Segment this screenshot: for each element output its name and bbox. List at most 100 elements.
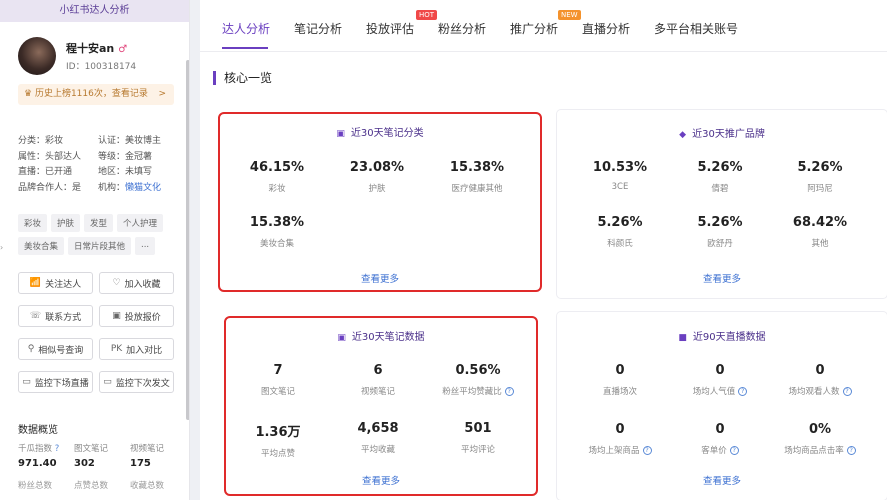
avatar[interactable]	[18, 37, 56, 75]
stat: 15.38% 医疗健康其他	[427, 160, 527, 194]
main-content: 达人分析 笔记分析 投放评估 粉丝分析 推广分析 直播分析 多平台相关账号 HO…	[200, 0, 887, 500]
overview-video-notes: 视频笔记 175	[130, 442, 178, 469]
tab-promotion-analysis[interactable]: 推广分析	[510, 20, 558, 37]
tag: 美妆合集	[18, 237, 65, 255]
favorite-button[interactable]: ♡ 加入收藏	[99, 272, 174, 294]
quote-button[interactable]: ▣ 投放报价	[99, 305, 174, 327]
button-label: 监控下场直播	[34, 378, 89, 389]
note-category-panel: ▣ 近30天笔记分类 46.15% 彩妆 23.08% 护肤 15.38% 医疗健康其他…	[218, 112, 542, 292]
overview-fans-label: 粉丝总数	[18, 481, 53, 491]
tab-influencer-analysis[interactable]: 达人分析	[222, 20, 270, 37]
overview-likes-label: 点赞总数	[74, 481, 109, 491]
profile-id: ID：100318174	[66, 62, 137, 72]
tab-live-analysis[interactable]: 直播分析	[582, 20, 630, 37]
stat-value: 5.26%	[597, 215, 643, 230]
button-label: 加入收藏	[124, 279, 161, 290]
stat: 5.26% 倩碧	[670, 160, 770, 194]
monitor-live-button[interactable]: ▭ 监控下场直播	[18, 371, 93, 393]
document-icon: ▣	[112, 311, 121, 321]
help-icon[interactable]: ?	[55, 444, 60, 454]
stat-value: 46.15%	[249, 160, 305, 175]
collapse-arrow-icon[interactable]: ›	[0, 243, 3, 252]
overview-image-notes: 图文笔记 302	[74, 442, 122, 469]
view-more-link[interactable]: 查看更多	[557, 473, 887, 487]
button-label: 联系方式	[45, 312, 82, 323]
stat-value: 5.26%	[697, 215, 743, 230]
stat: 1.36万 平均点赞	[228, 421, 328, 459]
stat-value: 68.42%	[792, 215, 848, 230]
stat: 5.26% 科颜氏	[570, 215, 670, 249]
stat-label: 粉丝平均赞藏比?	[428, 385, 528, 397]
contact-button[interactable]: ☏ 联系方式	[18, 305, 93, 327]
stat-value: 6	[373, 363, 383, 378]
info-certification: 认证：美妆博主	[98, 136, 162, 146]
action-buttons: 📶 关注达人 ♡ 加入收藏 ☏ 联系方式 ▣ 投放报价 ⚲ 相似号查询 PK 加入对比 ▭ 监…	[18, 272, 174, 393]
info-brand-partner: 品牌合作人：是	[18, 182, 82, 193]
help-icon[interactable]: ?	[504, 387, 514, 396]
stat: 23.08% 护肤	[327, 160, 427, 194]
stat-label: 3CE	[611, 182, 629, 192]
view-more-link[interactable]: 查看更多	[557, 271, 887, 285]
overview-value: 302	[74, 458, 95, 469]
follow-button[interactable]: 📶 关注达人	[18, 272, 93, 294]
info-region: 地区：未填写	[98, 167, 153, 177]
tab-note-analysis[interactable]: 笔记分析	[294, 20, 342, 37]
tags-more-button[interactable]: ...	[135, 237, 156, 255]
stat-value: 15.38%	[249, 215, 305, 230]
search-icon: ⚲	[27, 344, 35, 354]
view-more-link[interactable]: 查看更多	[220, 271, 540, 285]
stat-value: 0%	[808, 422, 832, 437]
tab-placement-evaluation[interactable]: 投放评估	[366, 20, 414, 37]
stat: 0 直播场次	[570, 363, 670, 397]
stat: 0 客单价?	[670, 422, 770, 456]
help-icon[interactable]: ?	[738, 387, 748, 396]
stat: 5.26% 欧舒丹	[670, 215, 770, 249]
stat-label: 欧舒丹	[707, 239, 733, 249]
sidebar-scrollbar[interactable]	[186, 60, 189, 420]
button-label: 监控下次发文	[115, 378, 170, 389]
crown-icon: ♛	[24, 89, 35, 99]
phone-icon: ☏	[29, 311, 42, 321]
view-more-link[interactable]: 查看更多	[226, 473, 536, 487]
hot-badge: HOT	[416, 10, 438, 20]
stat-label: 科颜氏	[607, 239, 633, 249]
section-title: 核心一览	[213, 71, 272, 85]
history-record-link[interactable]: ♛ 历史上榜1116次，查看记录 >	[18, 84, 174, 105]
stat-label: 其他	[811, 239, 829, 249]
similar-search-button[interactable]: ⚲ 相似号查询	[18, 338, 93, 360]
stat-value: 10.53%	[592, 160, 648, 175]
stat-value: 0	[715, 363, 725, 378]
help-icon[interactable]: ?	[846, 446, 856, 455]
panel-title: ▣ 近30天笔记分类	[220, 124, 540, 139]
stat-value: 15.38%	[449, 160, 505, 175]
stat-label-text: 客单价	[701, 446, 727, 456]
help-icon[interactable]: ?	[842, 387, 852, 396]
stat: 6 视频笔记	[328, 363, 428, 397]
stat-label: 医疗健康其他	[451, 184, 503, 194]
tab-multi-platform[interactable]: 多平台相关账号	[654, 20, 738, 37]
overview-value: 175	[130, 458, 151, 469]
tag: 护肤	[51, 214, 81, 232]
stat-value: 7	[273, 363, 283, 378]
monitor-icon: ▭	[103, 377, 112, 387]
panel-title-text: 近30天推广品牌	[692, 129, 765, 140]
button-label: 关注达人	[45, 279, 82, 290]
panel-title: ▣ 近30天笔记数据	[226, 328, 536, 343]
overview-label: 图文笔记	[74, 444, 109, 454]
agency-link[interactable]: 懒猫文化	[125, 183, 161, 193]
stat: 0.56% 粉丝平均赞藏比?	[428, 363, 528, 397]
help-icon[interactable]: ?	[729, 446, 739, 455]
overview-label: 视频笔记	[130, 444, 165, 454]
stat: 7 图文笔记	[228, 363, 328, 397]
monitor-post-button[interactable]: ▭ 监控下次发文	[99, 371, 174, 393]
help-icon[interactable]: ?	[642, 446, 652, 455]
live-data-panel: ■ 近90天直播数据 0 直播场次 0 场均人气值? 0 场均观看人数? 0 场均上架商品…	[557, 312, 887, 500]
stat-value: 0	[715, 422, 725, 437]
stat: 0 场均人气值?	[670, 363, 770, 397]
tab-fans-analysis[interactable]: 粉丝分析	[438, 20, 486, 37]
compare-button[interactable]: PK 加入对比	[99, 338, 174, 360]
sidebar-header: 小红书达人分析	[0, 0, 189, 22]
stat: 68.42% 其他	[770, 215, 870, 249]
sidebar: 小红书达人分析 程十安an ♂ ID：100318174 ♛ 历史上榜1116次，…	[0, 0, 190, 500]
stat-value: 501	[464, 421, 492, 436]
